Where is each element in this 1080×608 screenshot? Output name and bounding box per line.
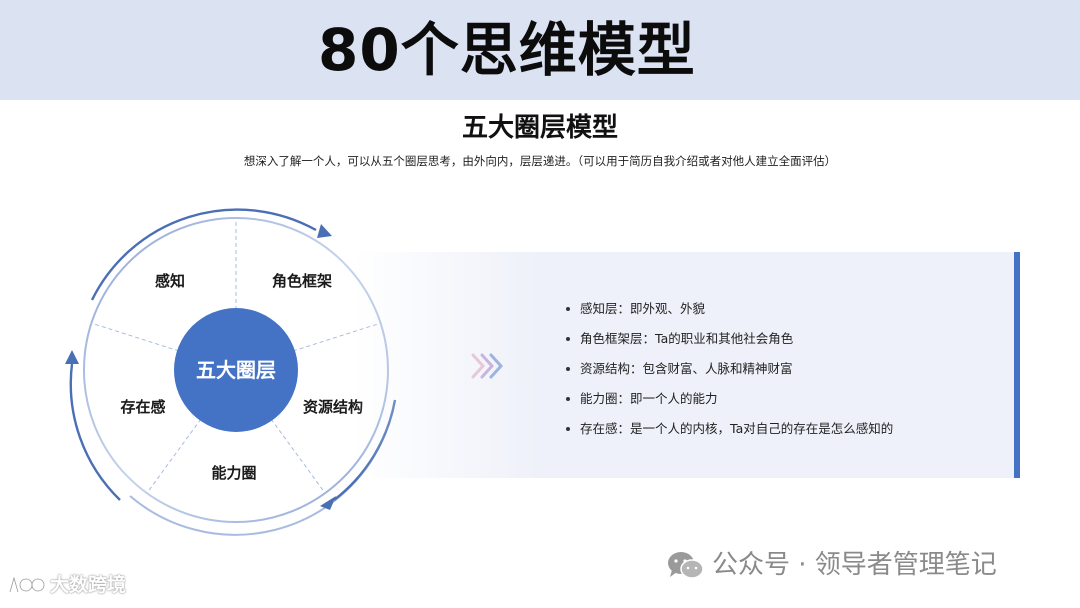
bullet-text: 能力圈：即一个人的能力 — [580, 391, 718, 406]
bullet-item: 角色框架层：Ta的职业和其他社会角色 — [566, 324, 893, 354]
bullet-dot — [566, 337, 570, 341]
panel-accent-bar — [1014, 252, 1020, 478]
bullet-text: 存在感：是一个人的内核，Ta对自己的存在是怎么感知的 — [580, 421, 894, 436]
watermark-brand: 大数跨境 — [6, 572, 126, 598]
segment-label-presence: 存在感 — [120, 398, 166, 416]
arc-arrowhead-bottom — [320, 496, 336, 510]
divider-left — [90, 322, 180, 352]
bullet-dot — [566, 367, 570, 371]
model-bullet-list: 感知层：即外观、外貌 角色框架层：Ta的职业和其他社会角色 资源结构：包含财富、… — [566, 294, 893, 444]
watermark-brand-text: 大数跨境 — [50, 574, 127, 596]
center-label: 五大圈层 — [196, 358, 276, 382]
slide: 80个思维模型 五大圈层模型 想深入了解一个人，可以从五个圈层思考，由外向内，层… — [0, 0, 1080, 608]
wechat-icon — [668, 552, 704, 579]
arc-arrow-left — [69, 363, 121, 501]
arc-arrow-bottom — [129, 431, 387, 536]
bullet-dot — [566, 427, 570, 431]
segment-label-ability-circle: 能力圈 — [211, 464, 257, 482]
divider-lower-left — [146, 418, 202, 494]
watermark-wechat-text: 公众号 · 领导者管理笔记 — [712, 550, 997, 580]
brand-logo-icon — [8, 573, 46, 593]
bullet-item: 能力圈：即一个人的能力 — [566, 384, 893, 414]
bullet-item: 存在感：是一个人的内核，Ta对自己的存在是怎么感知的 — [566, 414, 893, 444]
bullet-dot — [566, 307, 570, 311]
watermark-wechat: 公众号 · 领导者管理笔记 — [666, 548, 997, 582]
divider-lower-right — [270, 418, 326, 494]
arc-arrowhead-left — [65, 350, 79, 364]
bullet-item: 资源结构：包含财富、人脉和精神财富 — [566, 354, 893, 384]
chevron-arrows-icon — [471, 353, 504, 379]
bullet-text: 感知层：即外观、外貌 — [580, 301, 706, 316]
segment-label-role-framework: 角色框架 — [271, 272, 333, 290]
arc-arrowhead-top — [317, 224, 332, 238]
bullet-text: 角色框架层：Ta的职业和其他社会角色 — [580, 331, 794, 346]
bullet-dot — [566, 397, 570, 401]
bullet-item: 感知层：即外观、外貌 — [566, 294, 893, 324]
bullet-text: 资源结构：包含财富、人脉和精神财富 — [580, 361, 793, 376]
segment-label-perception: 感知 — [154, 272, 186, 290]
